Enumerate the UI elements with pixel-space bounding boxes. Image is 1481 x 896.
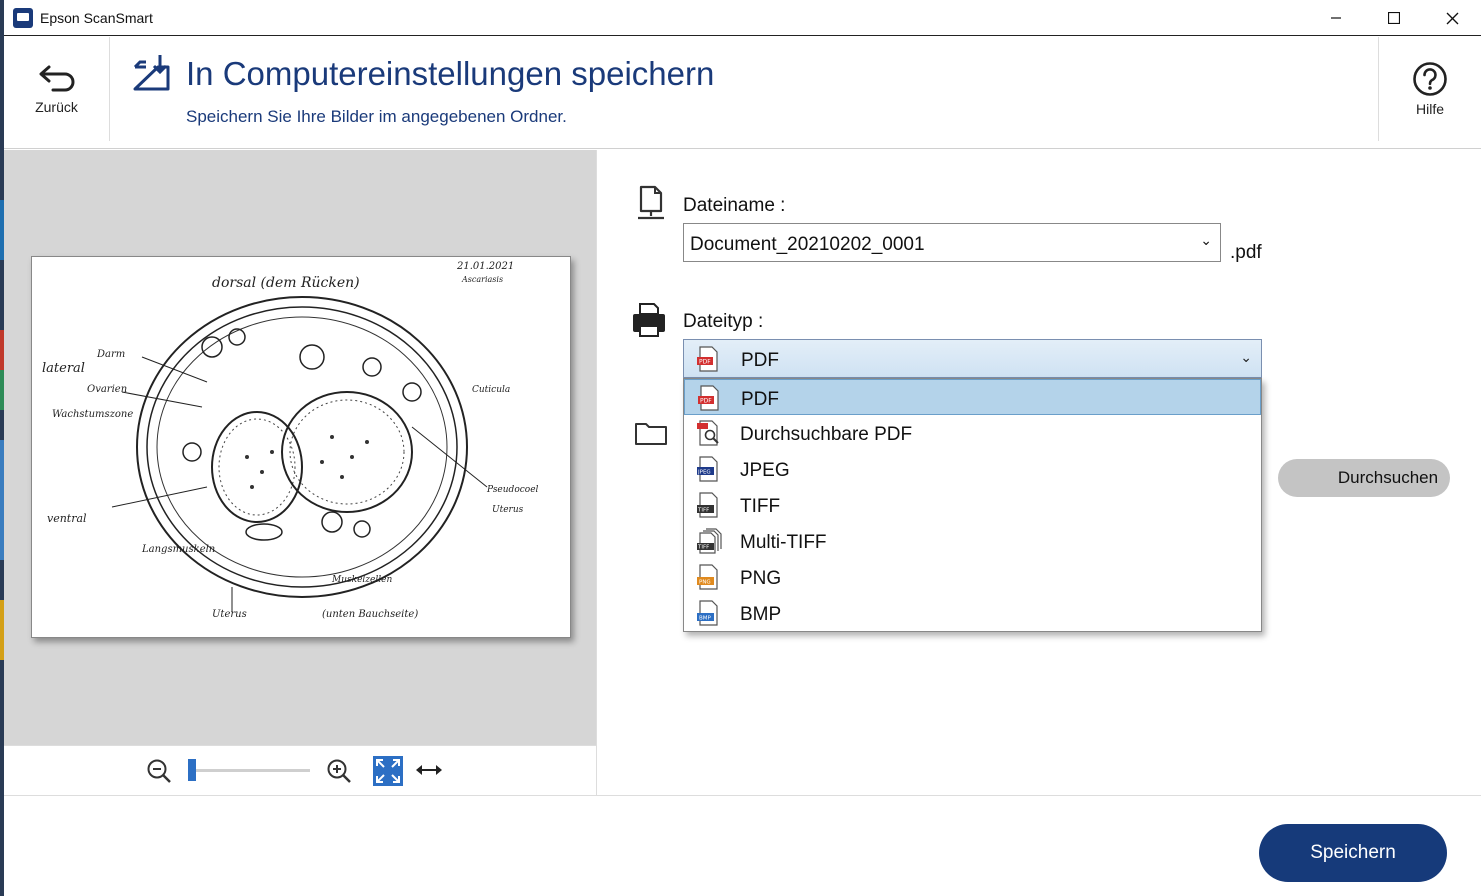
filetype-option-label: PNG: [740, 568, 782, 589]
filetype-option-label: BMP: [740, 604, 782, 625]
zoom-out-icon[interactable]: [146, 758, 172, 784]
footer-divider: [4, 795, 1481, 796]
maximize-button[interactable]: [1365, 0, 1423, 36]
filetype-option-label: Durchsuchbare PDF: [740, 424, 913, 445]
page-subtitle: Speichern Sie Ihre Bilder im angegebenen…: [186, 107, 567, 126]
filetype-option-label: JPEG: [740, 460, 790, 481]
filetype-option-jpeg[interactable]: JPEG JPEG: [684, 451, 1261, 487]
filetype-option-label: Multi-TIFF: [740, 532, 827, 553]
svg-text:PDF: PDF: [699, 359, 711, 366]
fit-to-window-button[interactable]: [373, 756, 403, 786]
filename-label: Dateiname :: [683, 195, 786, 216]
svg-text:Wachstumszone: Wachstumszone: [52, 409, 133, 420]
help-label: Hilfe: [1415, 101, 1444, 117]
zoom-slider-track: [188, 769, 310, 772]
filetype-option-label: PDF: [741, 389, 779, 410]
svg-text:PDF: PDF: [700, 398, 712, 405]
filetype-icon: [633, 303, 665, 337]
filename-input[interactable]: Document_20210202_0001 ⌄: [683, 223, 1221, 262]
tiff-file-icon: TIFF: [697, 492, 718, 518]
pdf-file-icon: PDF: [697, 346, 718, 372]
preview-toolbar: [4, 745, 596, 795]
png-file-icon: PNG: [697, 564, 718, 590]
filetype-option-png[interactable]: PNG PNG: [684, 559, 1261, 595]
chevron-down-icon[interactable]: ⌄: [1240, 349, 1252, 366]
filetype-label: Dateityp :: [683, 311, 764, 332]
minimize-button[interactable]: [1307, 0, 1365, 36]
scan-preview-image: dorsal (dem Rücken) lateral Darm Ovarien…: [31, 256, 571, 638]
svg-text:BMP: BMP: [699, 616, 712, 622]
window-title: Epson ScanSmart: [40, 9, 153, 26]
filetype-option-pdf[interactable]: PDF PDF: [684, 379, 1261, 415]
svg-text:PNG: PNG: [699, 580, 711, 586]
filetype-option-bmp[interactable]: BMP BMP: [684, 595, 1261, 631]
title-bar: Epson ScanSmart: [4, 0, 1481, 36]
help-circle-icon: [1413, 62, 1447, 96]
back-arrow-icon: [39, 65, 74, 92]
svg-text:Uterus: Uterus: [212, 609, 247, 620]
minimize-icon: [1331, 17, 1341, 19]
folder-icon: [635, 423, 667, 445]
fit-to-window-icon: [376, 759, 400, 783]
svg-text:Uterus: Uterus: [492, 505, 524, 515]
close-icon: [1446, 12, 1458, 24]
pane-divider: [596, 150, 597, 796]
svg-text:Ascariasis: Ascariasis: [461, 275, 503, 284]
save-button[interactable]: Speichern: [1259, 824, 1447, 882]
pdf-file-icon: PDF: [698, 385, 719, 411]
zoom-slider[interactable]: [188, 759, 312, 781]
svg-text:Darm: Darm: [96, 349, 125, 360]
multi-tiff-file-icon: TIFF: [697, 528, 722, 554]
zoom-in-icon[interactable]: [326, 758, 352, 784]
svg-text:dorsal (dem Rücken): dorsal (dem Rücken): [212, 275, 360, 291]
browse-button[interactable]: Durchsuchen: [1278, 459, 1450, 497]
bmp-file-icon: BMP: [697, 600, 718, 626]
save-to-computer-icon: [133, 55, 170, 91]
scan-preview-pane: dorsal (dem Rücken) lateral Darm Ovarien…: [4, 150, 596, 745]
filetype-selected-value: PDF: [741, 350, 779, 371]
zoom-slider-thumb[interactable]: [188, 759, 196, 781]
window-controls: [1307, 0, 1481, 36]
filetype-option-label: TIFF: [740, 496, 781, 517]
browse-label: Durchsuchen: [1337, 468, 1439, 487]
svg-text:(unten Bauchseite): (unten Bauchseite): [322, 609, 418, 620]
filetype-option-multi-tiff[interactable]: TIFF Multi-TIFF: [684, 523, 1261, 559]
svg-text:TIFF: TIFF: [697, 545, 709, 551]
svg-text:ventral: ventral: [47, 512, 87, 525]
close-button[interactable]: [1423, 0, 1481, 36]
svg-text:Langsmuskeln: Langsmuskeln: [141, 544, 215, 555]
app-logo-icon: [13, 7, 33, 28]
back-button[interactable]: Zurück: [4, 37, 110, 141]
svg-text:TIFF: TIFF: [697, 508, 709, 514]
filetype-select[interactable]: PDF PDF ⌄: [683, 339, 1262, 378]
scanned-drawing: dorsal (dem Rücken) lateral Darm Ovarien…: [42, 261, 539, 620]
back-label: Zurück: [35, 99, 78, 115]
svg-text:Cuticula: Cuticula: [472, 385, 510, 395]
svg-text:21.01.2021: 21.01.2021: [456, 261, 514, 272]
svg-text:Ovarien: Ovarien: [87, 384, 127, 395]
help-button[interactable]: Hilfe: [1378, 37, 1481, 141]
svg-text:Muskelzellen: Muskelzellen: [331, 575, 392, 585]
svg-text:Pseudocoel: Pseudocoel: [486, 485, 539, 495]
filename-extension: .pdf: [1230, 242, 1262, 263]
pan-arrows-icon[interactable]: [414, 760, 444, 780]
maximize-icon: [1388, 12, 1400, 24]
filetype-option-tiff[interactable]: TIFF TIFF: [684, 487, 1261, 523]
svg-text:JPEG: JPEG: [697, 470, 711, 476]
jpeg-file-icon: JPEG: [697, 456, 718, 482]
filetype-dropdown-list: PDF PDF Durchsuchbare PDF JPEG JPEG TIFF…: [683, 378, 1262, 632]
file-icon: [638, 185, 664, 220]
page-title: In Computereinstellungen speichern: [186, 55, 715, 92]
searchable-pdf-file-icon: [697, 420, 719, 446]
page-header: Zurück In Computereinstellungen speicher…: [4, 37, 1481, 149]
chevron-down-icon[interactable]: ⌄: [1200, 232, 1212, 249]
filetype-option-searchable-pdf[interactable]: Durchsuchbare PDF: [684, 415, 1261, 451]
filename-value: Document_20210202_0001: [690, 234, 925, 255]
svg-text:lateral: lateral: [42, 361, 85, 376]
